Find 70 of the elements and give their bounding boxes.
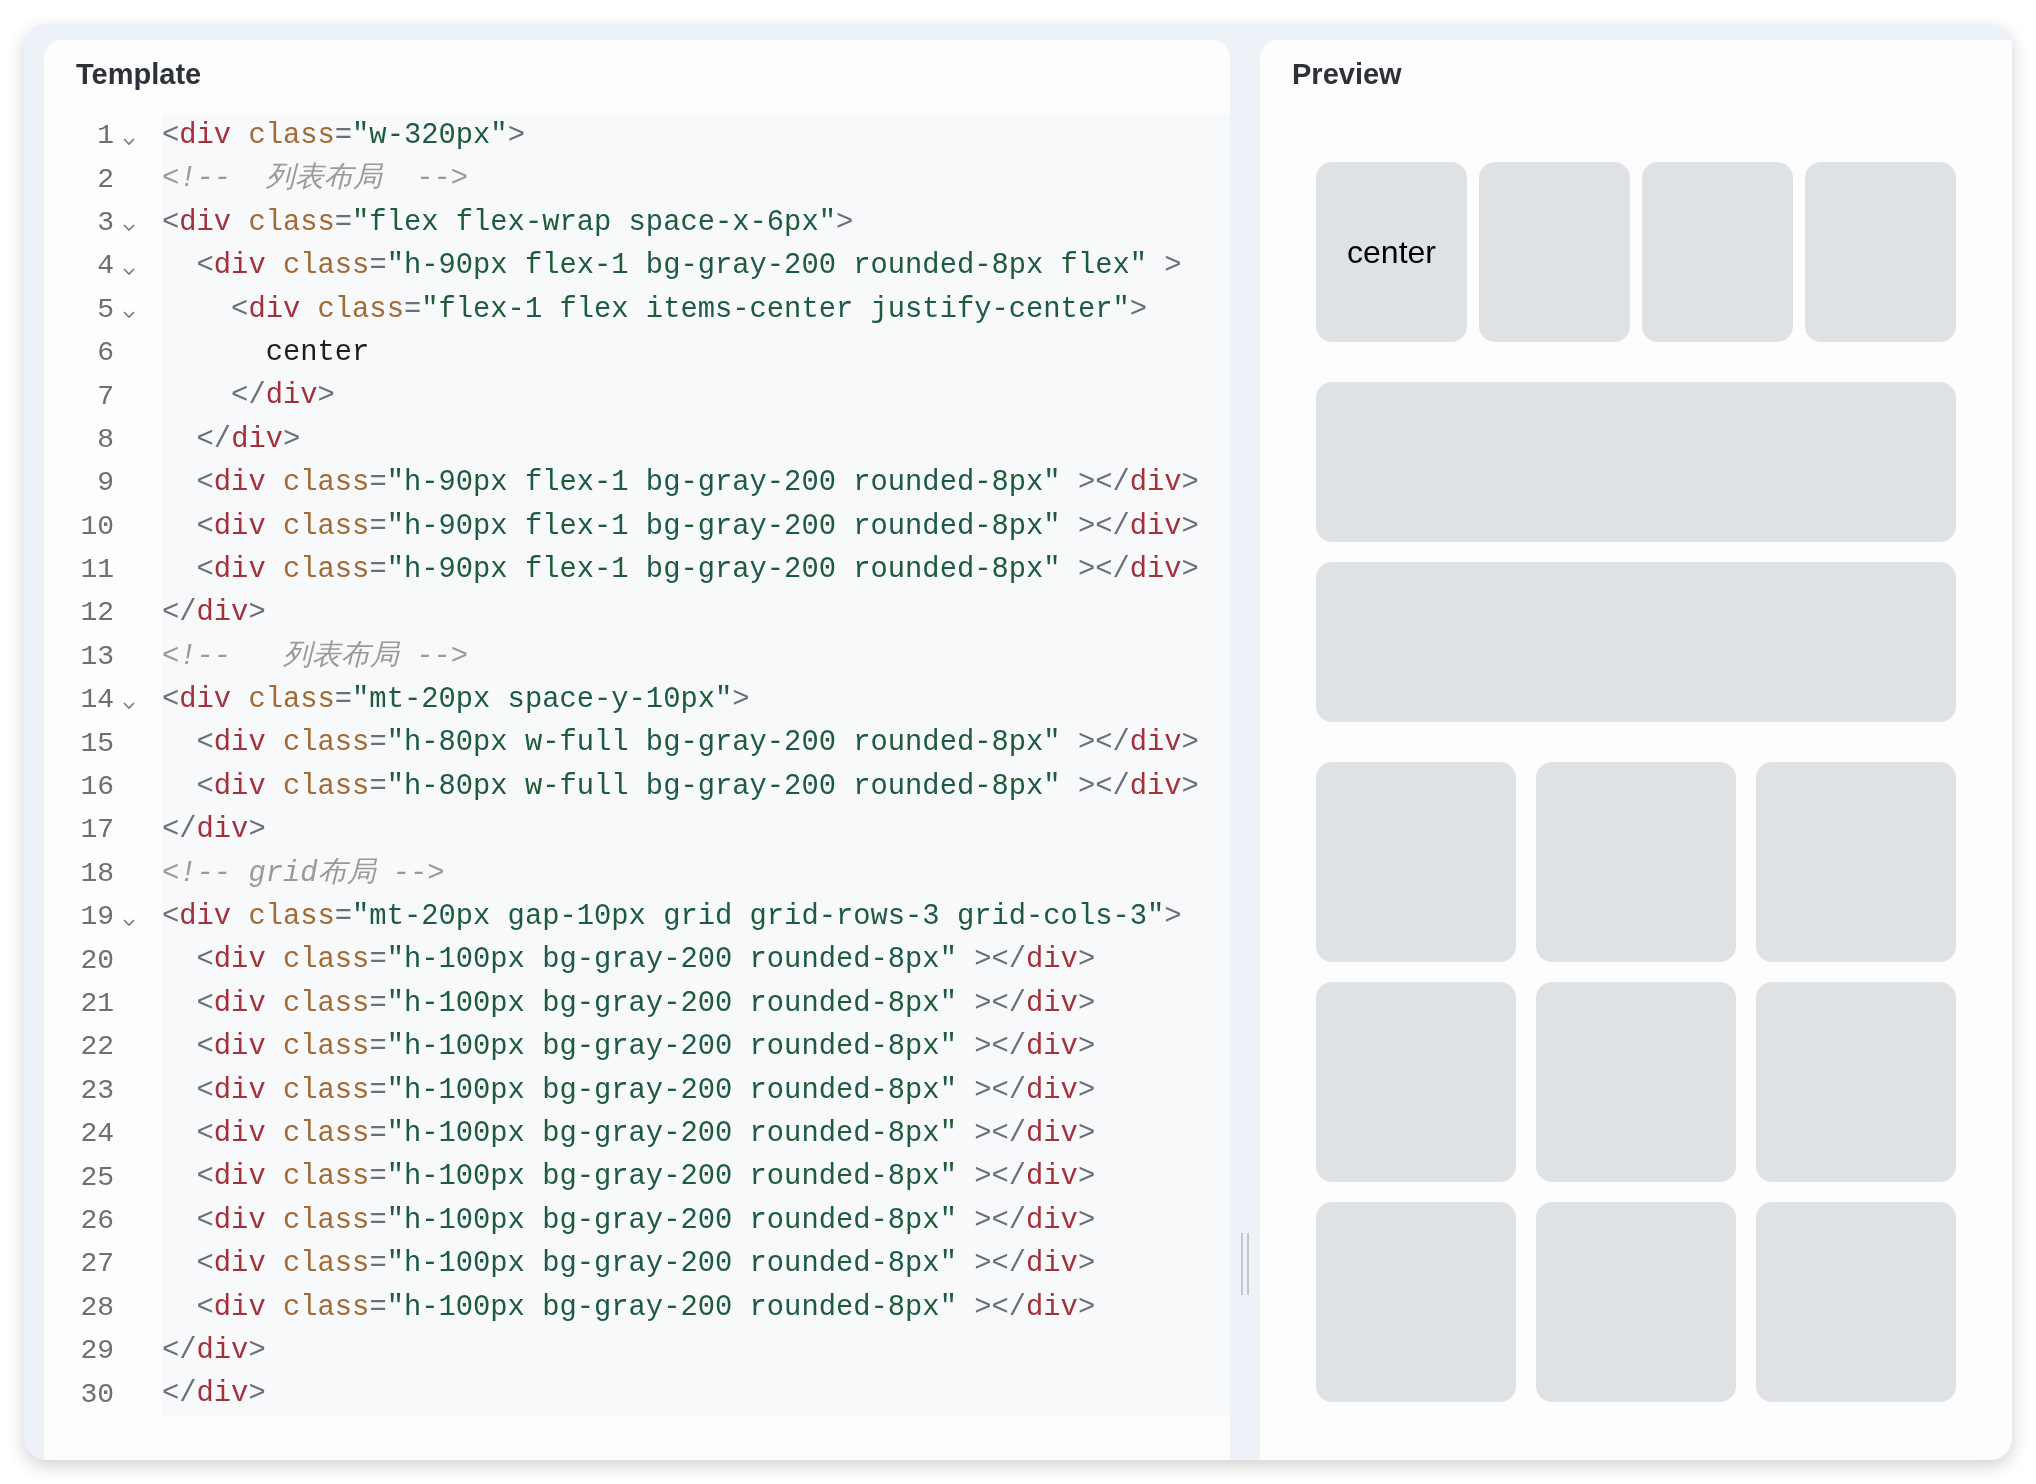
code-line: <div class="h-100px bg-gray-200 rounded-8px" ></div> [195, 1202, 1096, 1239]
code-line: <div class="h-100px bg-gray-200 rounded-8px" ></div> [195, 942, 1096, 979]
code-line: </div> [230, 378, 335, 415]
block-label: center [1347, 233, 1436, 271]
line-number: 1 [96, 120, 114, 152]
line-number: 14 [79, 684, 114, 716]
line-number: 29 [79, 1335, 114, 1367]
code-line: <!-- 列表布局 --> [162, 161, 469, 198]
code-line: <!-- grid布局 --> [162, 855, 445, 892]
code-line: </div> [162, 1376, 266, 1413]
code-line: </div> [195, 421, 301, 458]
code-line: <div class="h-100px bg-gray-200 rounded-8px" ></div> [195, 1072, 1096, 1109]
code-line: <div class="h-90px flex-1 bg-gray-200 rounded-8px" ></div> [195, 551, 1199, 588]
code-line: <div class="flex-1 flex items-center justify-center"> [230, 291, 1148, 328]
line-number: 27 [79, 1248, 114, 1280]
line-number: 19 [79, 901, 114, 933]
chevron-icon[interactable] [122, 700, 136, 711]
chevron-icon[interactable] [122, 223, 136, 234]
line-number: 22 [79, 1031, 114, 1063]
line-number: 30 [79, 1378, 114, 1410]
line-number: 13 [79, 640, 114, 672]
chevron-icon[interactable] [122, 310, 136, 321]
code-line: <div class="h-100px bg-gray-200 rounded-8px" ></div> [195, 1159, 1096, 1196]
line-number: 9 [96, 467, 114, 499]
code-line: <div class="h-80px w-full bg-gray-200 rounded-8px" ></div> [195, 725, 1199, 762]
code-line: <div class="mt-20px gap-10px grid grid-rows-3 grid-cols-3"> [162, 899, 1182, 936]
line-number: 5 [96, 293, 114, 325]
code-line: </div> [162, 812, 266, 849]
line-number: 7 [96, 380, 114, 412]
code-line: <div class="h-100px bg-gray-200 rounded-8px" ></div> [195, 985, 1096, 1022]
line-number: 26 [79, 1204, 114, 1236]
line-number: 24 [79, 1118, 114, 1150]
code-line: <div class="h-80px w-full bg-gray-200 rounded-8px" ></div> [195, 768, 1199, 805]
line-number: 10 [79, 510, 114, 542]
code-line: <div class="w-320px"> [162, 118, 525, 154]
line-number: 16 [79, 771, 114, 803]
code-line: </div> [162, 595, 266, 632]
line-number: 12 [79, 597, 114, 629]
line-number: 25 [79, 1161, 114, 1193]
code-line: <div class="h-90px flex-1 bg-gray-200 rounded-8px" ></div> [195, 508, 1199, 545]
code-line: <div class="h-100px bg-gray-200 rounded-8px" ></div> [195, 1116, 1096, 1152]
code-line: <div class="h-100px bg-gray-200 rounded-8px" ></div> [195, 1029, 1096, 1066]
line-number: 18 [79, 857, 114, 889]
line-number: 6 [96, 337, 114, 369]
code-line: <div class="h-100px bg-gray-200 rounded-8px" ></div> [195, 1246, 1096, 1283]
chevron-icon[interactable] [122, 266, 136, 277]
code-line: </div> [162, 1332, 266, 1369]
chevron-icon[interactable] [122, 136, 136, 147]
code-line: <div class="h-90px flex-1 bg-gray-200 rounded-8px flex" > [195, 248, 1182, 285]
line-number: 23 [79, 1074, 114, 1106]
panel-title: Preview [1292, 58, 1402, 91]
line-number: 2 [96, 163, 114, 195]
line-number: 4 [96, 250, 114, 282]
panel-title: Template [76, 58, 202, 91]
line-number: 3 [96, 206, 114, 238]
chevron-icon[interactable] [122, 917, 136, 928]
line-number: 15 [79, 727, 114, 759]
code-line: <!-- 列表布局 --> [162, 638, 469, 675]
code-line: center [264, 334, 370, 371]
code-line: <div class="h-100px bg-gray-200 rounded-8px" ></div> [195, 1289, 1096, 1326]
code-line: <div class="h-90px flex-1 bg-gray-200 rounded-8px" ></div> [195, 465, 1199, 502]
line-number: 28 [79, 1291, 114, 1323]
line-number: 8 [96, 423, 114, 455]
code-line: <div class="mt-20px space-y-10px"> [162, 682, 750, 719]
line-number: 21 [79, 988, 114, 1019]
line-number: 11 [79, 554, 114, 586]
resize-handle-icon[interactable] [1240, 1233, 1250, 1295]
line-number: 17 [79, 814, 114, 846]
line-number: 20 [79, 944, 114, 976]
code-line: <div class="flex flex-wrap space-x-6px"> [162, 204, 854, 241]
